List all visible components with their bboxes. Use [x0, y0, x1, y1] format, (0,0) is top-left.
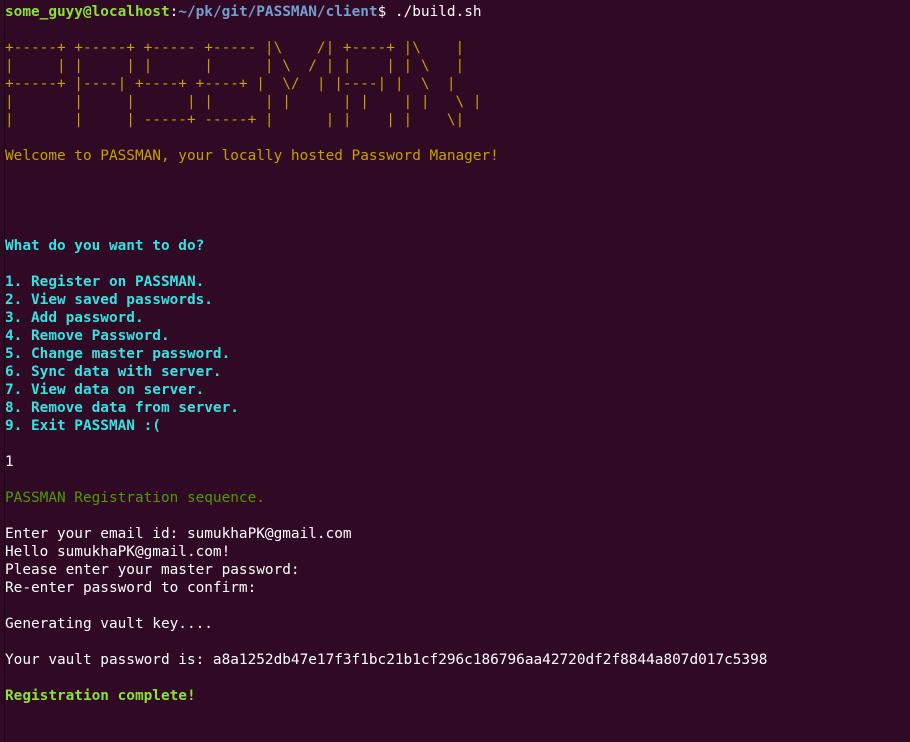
blank-lines — [5, 165, 910, 237]
menu-option-view-server: 7. View data on server. — [5, 382, 205, 398]
banner-line: +-----+ +-----+ +----- +----- |\ /| +---… — [5, 40, 465, 56]
email-prompt: Enter your email id: sumukhaPK@gmail.com — [5, 526, 352, 542]
master-password-prompt: Please enter your master password: — [5, 562, 300, 578]
prompt-user-host: some_guyy@localhost — [5, 4, 170, 20]
banner-line: | | | | | | | \ / | | | | \ | — [5, 58, 465, 74]
shell-prompt-line: some_guyy@localhost:~/pk/git/PASSMAN/cli… — [5, 3, 910, 21]
registration-complete-message: Registration complete! — [5, 688, 196, 704]
menu-option-exit: 9. Exit PASSMAN :( — [5, 418, 161, 434]
prompt-colon: : — [169, 4, 179, 20]
registration-heading: PASSMAN Registration sequence. — [5, 490, 265, 506]
terminal-window[interactable]: some_guyy@localhost:~/pk/git/PASSMAN/cli… — [4, 0, 910, 742]
user-choice-input: 1 — [5, 454, 14, 470]
menu-option-remove-server: 8. Remove data from server. — [5, 400, 239, 416]
menu-option-add: 3. Add password. — [5, 310, 144, 326]
vault-password-output: Your vault password is: a8a1252db47e17f3… — [5, 652, 768, 668]
banner-line: +-----+ |----| +----+ +----+ | \/ | |---… — [5, 76, 456, 92]
banner-line: | | | -----+ -----+ | | | | | \| — [5, 112, 465, 128]
menu-option-view-saved: 2. View saved passwords. — [5, 292, 213, 308]
generating-key-message: Generating vault key.... — [5, 616, 213, 632]
menu-option-remove: 4. Remove Password. — [5, 328, 170, 344]
prompt-path: ~/pk/git/PASSMAN/client — [178, 4, 378, 20]
ascii-banner: +-----+ +-----+ +----- +----- |\ /| +---… — [5, 39, 910, 129]
menu-option-change-master: 5. Change master password. — [5, 346, 231, 362]
reenter-password-prompt: Re-enter password to confirm: — [5, 580, 257, 596]
welcome-message: Welcome to PASSMAN, your locally hosted … — [5, 148, 499, 164]
prompt-dollar: $ — [377, 4, 387, 20]
menu-option-sync: 6. Sync data with server. — [5, 364, 222, 380]
prompt-command: ./build.sh — [386, 4, 482, 20]
menu-options: 1. Register on PASSMAN. 2. View saved pa… — [5, 273, 910, 435]
menu-question: What do you want to do? — [5, 238, 205, 254]
menu-option-register: 1. Register on PASSMAN. — [5, 274, 205, 290]
banner-line: | | | | | | | | | | | \ | — [5, 94, 482, 110]
hello-message: Hello sumukhaPK@gmail.com! — [5, 544, 231, 560]
